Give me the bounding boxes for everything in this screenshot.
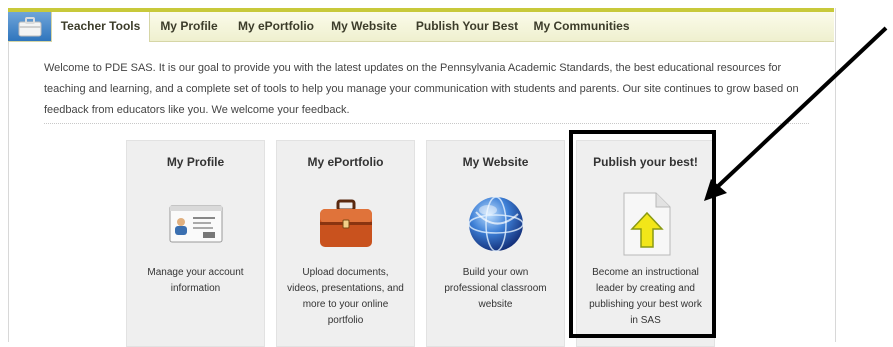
briefcase-icon <box>277 189 414 259</box>
globe-icon <box>427 189 564 259</box>
tab-my-profile[interactable]: My Profile <box>151 12 227 41</box>
tab-publish-your-best[interactable]: Publish Your Best <box>408 12 526 41</box>
home-tab[interactable] <box>8 12 51 41</box>
tab-my-website[interactable]: My Website <box>324 12 404 41</box>
card-description: Upload documents, videos, presentations,… <box>287 267 404 326</box>
card-description: Manage your account information <box>147 267 244 294</box>
card-publish-your-best[interactable]: Publish your best! Become an instruction… <box>576 140 715 347</box>
welcome-text: Welcome to PDE SAS. It is our goal to pr… <box>44 62 799 116</box>
id-card-icon <box>127 189 264 259</box>
tab-teacher-tools[interactable]: Teacher Tools <box>51 12 150 42</box>
upload-document-icon <box>577 189 714 259</box>
card-title: My Profile <box>166 155 225 169</box>
card-title: My Website <box>462 155 529 169</box>
card-title: Publish your best! <box>593 155 698 169</box>
card-my-website[interactable]: My Website Build your own professional c… <box>426 140 565 347</box>
card-description: Become an instructional leader by creati… <box>589 267 702 326</box>
card-my-profile[interactable]: My Profile Manage your account informati… <box>126 140 265 347</box>
card-description: Build your own professional classroom we… <box>444 267 547 310</box>
briefcase-icon <box>18 16 41 36</box>
card-title: My ePortfolio <box>307 155 384 169</box>
content-divider <box>44 123 809 124</box>
tab-my-communities[interactable]: My Communities <box>529 12 634 41</box>
tab-my-eportfolio[interactable]: My ePortfolio <box>230 12 322 41</box>
tab-bar: Teacher Tools My Profile My ePortfolio M… <box>8 12 834 42</box>
card-my-eportfolio[interactable]: My ePortfolio Upload documents, videos, … <box>276 140 415 347</box>
